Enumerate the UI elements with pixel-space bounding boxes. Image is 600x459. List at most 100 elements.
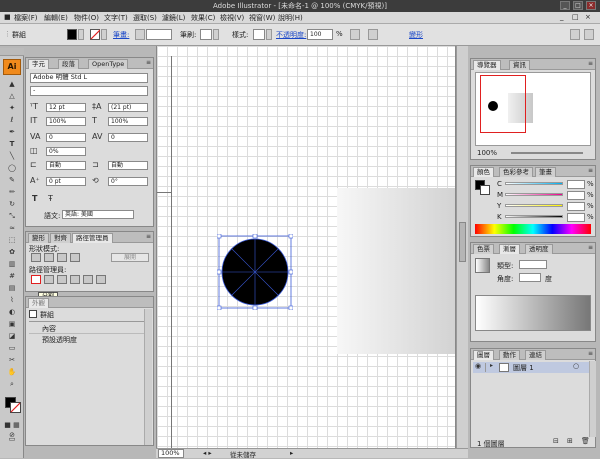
resize-handle[interactable] (217, 269, 222, 275)
tab-layers[interactable]: 圖層 (473, 350, 494, 360)
mesh-tool-icon[interactable]: # (4, 271, 20, 281)
eyedropper-tool-icon[interactable]: ⌇ (4, 295, 20, 305)
eye-icon[interactable]: ◉ (475, 362, 481, 370)
font-family-input[interactable]: Adobe 明體 Std L (30, 73, 148, 83)
resize-handle[interactable] (288, 269, 293, 275)
ellipse-tool-icon[interactable]: ◯ (4, 163, 20, 173)
pen-tool-icon[interactable]: ✒ (4, 127, 20, 137)
artboard-nav-icon[interactable]: ◂ ▸ (203, 449, 212, 457)
stroke-color-icon[interactable] (10, 402, 21, 413)
tab-links[interactable]: 連結 (525, 350, 546, 360)
status-menu-icon[interactable]: ▸ (290, 449, 293, 457)
line-tool-icon[interactable]: ╲ (4, 151, 20, 161)
aki-right-input[interactable]: 自動 (108, 161, 148, 170)
selection-tool-icon[interactable]: ▲ (4, 79, 20, 89)
menu-file[interactable]: 檔案(F) (14, 13, 38, 23)
doc-minimize-button[interactable]: _ (560, 13, 564, 21)
tab-color-guide[interactable]: 色彩參考 (499, 167, 533, 177)
gradient-angle-input[interactable] (519, 273, 541, 282)
resize-handle[interactable] (217, 305, 222, 310)
graph-tool-icon[interactable]: ▥ (4, 259, 20, 269)
panel-menu-icon[interactable]: ≡ (588, 60, 593, 67)
scissors-tool-icon[interactable]: ✂ (4, 355, 20, 365)
c-slider[interactable] (505, 182, 563, 185)
close-button[interactable]: × (586, 1, 596, 10)
stroke-swatch[interactable] (90, 29, 100, 40)
font-size-input[interactable]: 12 pt (46, 103, 86, 112)
magic-wand-tool-icon[interactable]: ✦ (4, 103, 20, 113)
horizontal-scale-input[interactable]: 100% (108, 117, 148, 126)
free-transform-tool-icon[interactable]: ⬚ (4, 235, 20, 245)
minus-back-button[interactable] (96, 275, 106, 284)
menu-select[interactable]: 選取(S) (133, 13, 157, 23)
panel-menu-icon[interactable]: ≡ (146, 233, 151, 240)
fill-dropdown[interactable] (78, 29, 84, 40)
menu-ai-icon[interactable]: ■ (4, 13, 11, 21)
stroke-weight-input[interactable] (146, 29, 172, 40)
vertical-scale-input[interactable]: 100% (46, 117, 86, 126)
fill-swatch[interactable] (67, 29, 77, 40)
new-sublayer-icon[interactable]: ⊟ (553, 437, 559, 445)
tab-transparency[interactable]: 透明度 (525, 244, 553, 254)
m-input[interactable] (567, 191, 585, 200)
scale-tool-icon[interactable]: ⤡ (4, 211, 20, 221)
gradient-rectangle[interactable] (337, 188, 455, 354)
panel-menu-icon[interactable]: ≡ (588, 244, 593, 251)
style-picker[interactable] (253, 29, 265, 40)
tracking-input[interactable]: 0 (108, 133, 148, 142)
opacity-label-link[interactable]: 不透明度: (276, 30, 306, 40)
minus-front-button[interactable] (44, 253, 54, 262)
divide-button[interactable] (31, 275, 41, 284)
merge-button[interactable] (57, 275, 67, 284)
tab-pathfinder[interactable]: 路徑管理員 (72, 233, 113, 243)
language-select[interactable]: 英語: 美國 (62, 210, 134, 219)
gradient-tool-icon[interactable]: ▤ (4, 283, 20, 293)
tab-opentype[interactable]: OpenType (88, 59, 129, 69)
direct-selection-tool-icon[interactable]: △ (4, 91, 20, 101)
menu-view[interactable]: 檢視(V) (220, 13, 244, 23)
menu-window[interactable]: 視窗(W) (249, 13, 275, 23)
tab-transform[interactable]: 變形 (28, 233, 49, 243)
expand-button[interactable]: 展開 (111, 253, 149, 262)
crop-button[interactable] (70, 275, 80, 284)
baseline-shift-input[interactable]: 0 pt (46, 177, 86, 186)
y-slider[interactable] (505, 204, 563, 207)
target-icon[interactable]: ○ (573, 362, 579, 370)
aki-left-input[interactable]: 自動 (46, 161, 86, 170)
panel-menu-icon[interactable]: ≡ (588, 167, 593, 174)
symbol-sprayer-tool-icon[interactable]: ✿ (4, 247, 20, 257)
tab-color[interactable]: 顏色 (473, 167, 494, 177)
appearance-row-opacity[interactable]: 預設透明度 (42, 335, 77, 345)
layer-row[interactable]: ◉ ▸ 圖層 1 ○ (473, 362, 589, 373)
screen-mode-icon[interactable]: ▭ (4, 434, 20, 444)
menu-type[interactable]: 文字(T) (104, 13, 128, 23)
tab-swatches[interactable]: 色票 (473, 244, 494, 254)
resize-handle[interactable] (217, 234, 222, 239)
outline-button[interactable] (83, 275, 93, 284)
font-style-input[interactable]: - (30, 86, 148, 96)
tab-stroke[interactable]: 筆畫 (535, 167, 556, 177)
resize-handle[interactable] (288, 305, 293, 310)
c-input[interactable] (567, 180, 585, 189)
unite-button[interactable] (31, 253, 41, 262)
tab-actions[interactable]: 動作 (499, 350, 520, 360)
resize-handle[interactable] (252, 234, 258, 239)
underline-icon[interactable]: T (32, 194, 37, 203)
lasso-tool-icon[interactable]: ℓ (4, 115, 20, 125)
color-mode-icons[interactable]: ■ ▦ ⊘ (4, 420, 20, 439)
intersect-button[interactable] (57, 253, 67, 262)
tab-info[interactable]: 資訊 (509, 60, 530, 70)
kerning-input[interactable]: 0 (46, 133, 86, 142)
stroke-label-link[interactable]: 筆畫: (113, 30, 129, 40)
control-bar-options-icon[interactable] (570, 29, 580, 40)
layer-name[interactable]: 圖層 1 (513, 363, 534, 373)
resize-handle[interactable] (252, 305, 258, 310)
type-tool-icon[interactable]: T (4, 139, 20, 149)
resize-handle[interactable] (288, 234, 293, 239)
menu-object[interactable]: 物件(O) (74, 13, 99, 23)
trash-icon[interactable]: 🗑 (581, 437, 590, 445)
panel-menu-icon[interactable]: ≡ (588, 350, 593, 357)
k-slider[interactable] (505, 215, 563, 218)
style-dropdown[interactable] (266, 29, 272, 40)
zoom-slider[interactable] (511, 152, 583, 154)
